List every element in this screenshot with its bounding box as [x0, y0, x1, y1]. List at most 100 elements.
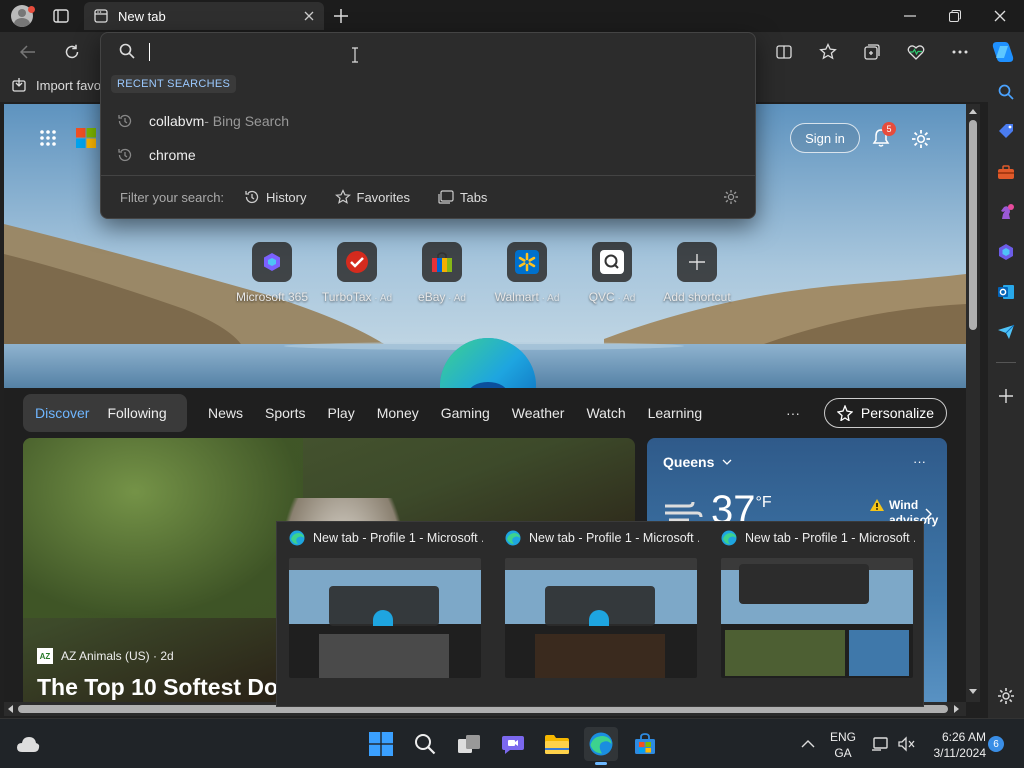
cloud-icon — [17, 737, 40, 752]
sparkle-star-icon — [836, 405, 853, 421]
search-settings-button[interactable] — [721, 187, 741, 207]
weather-location[interactable]: Queens — [663, 454, 732, 470]
import-favorites-label: Import favo — [36, 77, 102, 93]
shopping-tag-icon — [999, 124, 1013, 138]
browser-essentials-button[interactable] — [904, 40, 928, 64]
nav-news[interactable]: News — [208, 405, 243, 421]
nav-learning[interactable]: Learning — [648, 405, 703, 421]
new-tab-button[interactable] — [330, 6, 352, 26]
window-preview[interactable]: New tab - Profile 1 - Microsoft ... — [281, 522, 491, 706]
favorites-star-icon — [819, 43, 837, 60]
sidebar-search-button[interactable] — [994, 80, 1018, 104]
microsoft365-icon — [999, 244, 1013, 260]
weather-more-button[interactable]: ··· — [913, 454, 926, 469]
sidebar-tools-button[interactable] — [994, 160, 1018, 184]
edge-taskbar-button[interactable] — [584, 727, 618, 765]
import-favorites-button[interactable]: Import favo — [12, 77, 101, 93]
nav-money[interactable]: Money — [377, 405, 419, 421]
restore-button[interactable] — [935, 4, 975, 28]
task-view-button[interactable] — [452, 727, 486, 761]
notification-count-badge: 5 — [882, 122, 896, 136]
shortcut-turbotax[interactable]: TurboTax · Ad — [319, 242, 395, 304]
favorites-button[interactable] — [816, 40, 840, 64]
shortcut-ebay[interactable]: eBay · Ad — [404, 242, 480, 304]
nav-watch[interactable]: Watch — [586, 405, 625, 421]
vertical-scrollbar[interactable] — [966, 104, 980, 702]
close-window-button[interactable] — [980, 4, 1020, 28]
address-input[interactable] — [149, 41, 689, 63]
plus-icon — [999, 389, 1013, 403]
i-beam-cursor-icon — [352, 47, 358, 63]
page-settings-button[interactable] — [908, 126, 934, 152]
recent-search-item[interactable]: chrome — [101, 139, 755, 171]
copilot-button[interactable] — [988, 38, 1016, 66]
show-hidden-icons-button[interactable] — [798, 735, 818, 753]
filter-history-button[interactable]: History — [244, 189, 307, 205]
sidebar-drop-button[interactable] — [994, 320, 1018, 344]
profile-avatar[interactable] — [8, 4, 36, 28]
notifications-button[interactable]: 5 — [868, 122, 896, 152]
chat-icon — [502, 736, 524, 754]
filter-favorites-button[interactable]: Favorites — [334, 189, 410, 205]
nav-gaming[interactable]: Gaming — [441, 405, 490, 421]
tab-following[interactable]: Following — [107, 405, 166, 421]
widgets-button[interactable] — [12, 728, 44, 760]
teams-chat-button[interactable] — [496, 727, 530, 761]
filter-tabs-button[interactable]: Tabs — [438, 190, 487, 205]
personalize-button[interactable]: Personalize — [824, 398, 947, 428]
sidebar-microsoft365-button[interactable] — [994, 240, 1018, 264]
taskbar-search-button[interactable] — [408, 727, 442, 761]
task-view-icon — [458, 735, 480, 753]
sidebar-games-button[interactable] — [994, 200, 1018, 224]
sidebar-outlook-button[interactable] — [994, 280, 1018, 304]
notification-center-badge[interactable]: 6 — [988, 736, 1004, 752]
file-explorer-button[interactable] — [540, 727, 574, 761]
edge-icon — [289, 530, 305, 546]
taskbar-preview-flyout: New tab - Profile 1 - Microsoft ... New … — [276, 521, 924, 707]
close-tab-icon[interactable] — [304, 11, 314, 21]
split-screen-button[interactable] — [772, 40, 796, 64]
back-button[interactable] — [16, 40, 40, 64]
collections-button[interactable] — [860, 40, 884, 64]
window-preview[interactable]: New tab - Profile 1 - Microsoft ... — [497, 522, 707, 706]
sign-in-button[interactable]: Sign in — [790, 123, 860, 153]
tab-actions-icon[interactable] — [50, 6, 72, 26]
shortcut-qvc[interactable]: QVC · Ad — [574, 242, 650, 304]
az-animals-logo-icon: AZ — [37, 648, 53, 664]
nav-weather[interactable]: Weather — [512, 405, 565, 421]
window-preview[interactable]: New tab - Profile 1 - Microsoft ... — [713, 522, 923, 706]
input-language-indicator[interactable]: ENG GA — [826, 729, 860, 761]
tab-new-tab[interactable]: New tab — [84, 2, 324, 30]
clock-date: 3/11/2024 — [933, 746, 987, 760]
feed-more-button[interactable]: ··· — [786, 405, 800, 421]
warning-icon — [870, 499, 884, 511]
refresh-button[interactable] — [60, 40, 84, 64]
nav-play[interactable]: Play — [327, 405, 354, 421]
system-clock[interactable]: 6:26 AM 3/11/2024 — [922, 729, 987, 761]
history-clock-icon — [118, 114, 132, 128]
microsoft-store-button[interactable] — [628, 727, 662, 761]
nav-sports[interactable]: Sports — [265, 405, 305, 421]
shortcut-walmart[interactable]: Walmart · Ad — [489, 242, 565, 304]
volume-muted-icon[interactable] — [896, 735, 916, 753]
add-shortcut-button[interactable]: Add shortcut — [659, 242, 735, 304]
start-button[interactable] — [364, 727, 398, 761]
minimize-button[interactable] — [890, 4, 930, 28]
sidebar-settings-button[interactable] — [994, 684, 1018, 708]
chevron-right-icon[interactable] — [925, 508, 933, 520]
vertical-scroll-thumb[interactable] — [969, 120, 977, 330]
sidebar-add-button[interactable] — [994, 384, 1018, 408]
settings-and-more-button[interactable] — [948, 40, 972, 64]
tab-page-icon — [94, 9, 108, 23]
network-icon[interactable] — [870, 735, 890, 753]
shortcut-microsoft-365[interactable]: Microsoft 365 — [234, 242, 310, 304]
sidebar-shopping-button[interactable] — [994, 120, 1018, 144]
favorites-star-icon — [334, 189, 351, 204]
search-icon — [119, 43, 137, 61]
filter-bar: Filter your search: History Favorites Ta… — [120, 189, 487, 205]
apps-launcher-icon[interactable] — [38, 128, 58, 148]
close-icon — [994, 10, 1006, 22]
collections-icon — [864, 44, 880, 60]
tab-discover[interactable]: Discover — [35, 405, 89, 421]
recent-search-item[interactable]: collabvm - Bing Search — [101, 105, 755, 137]
